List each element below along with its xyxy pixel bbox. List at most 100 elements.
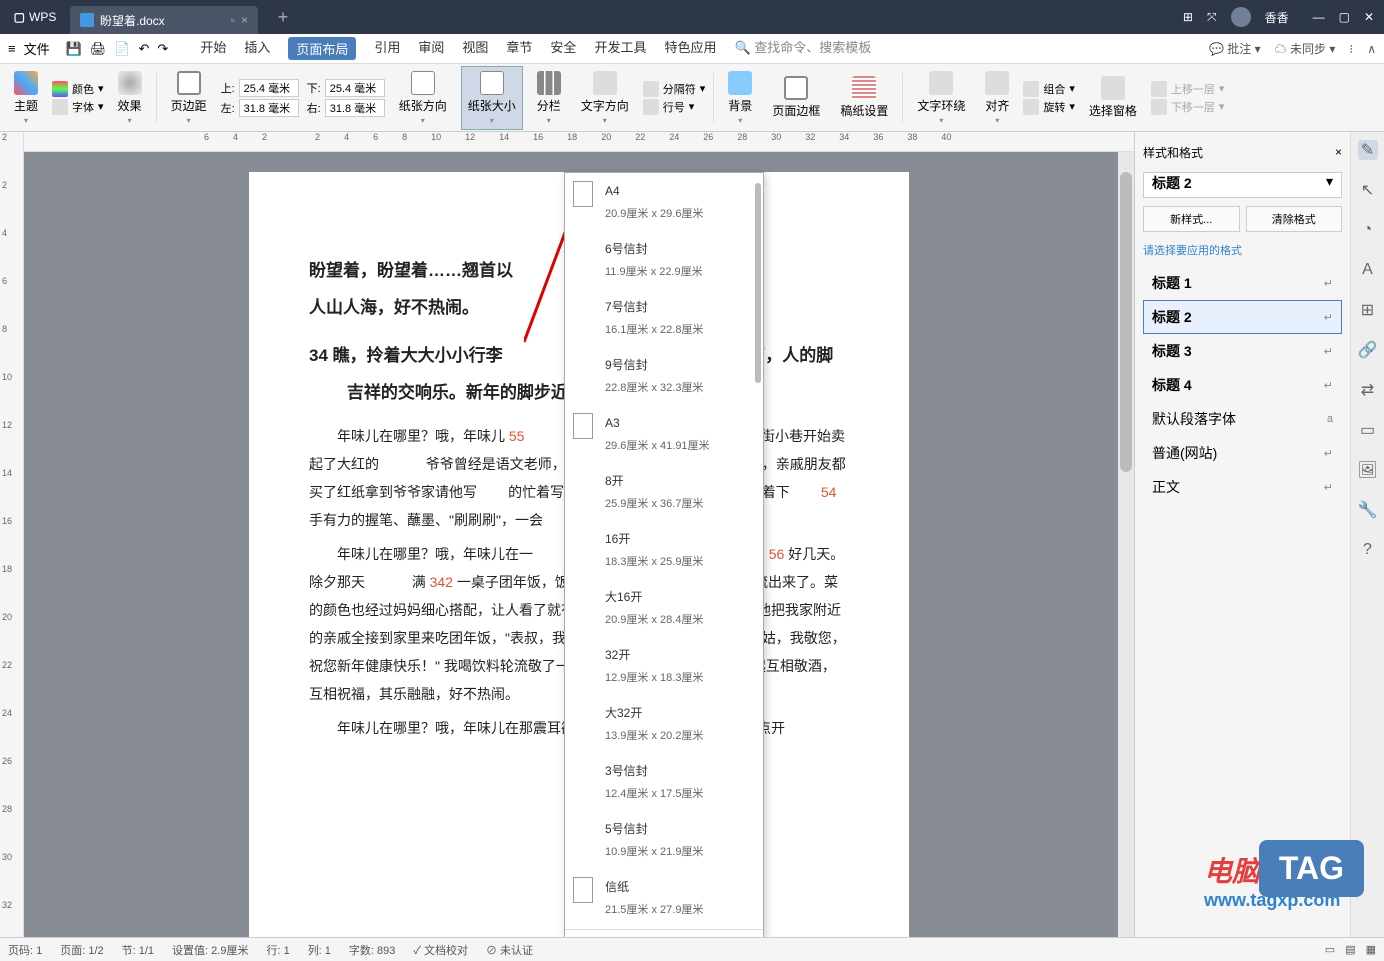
- hamburger-icon[interactable]: ≡: [8, 41, 16, 56]
- shape-icon[interactable]: ◔: [1358, 220, 1378, 240]
- status-pages[interactable]: 页面: 1/2: [60, 942, 103, 958]
- wrap-button[interactable]: 文字环绕▾: [911, 67, 971, 129]
- new-style-button[interactable]: 新样式...: [1143, 206, 1240, 232]
- margin-left-input[interactable]: [239, 99, 299, 117]
- panel-close-icon[interactable]: ×: [1335, 145, 1342, 159]
- style-item[interactable]: 标题 1↵: [1143, 266, 1342, 300]
- more-paper-sizes[interactable]: 其它页面大小(A)...: [565, 932, 763, 937]
- new-tab-button[interactable]: +: [268, 7, 298, 28]
- tab-menu-icon[interactable]: ▫: [231, 13, 235, 27]
- save-icon[interactable]: 💾: [66, 41, 82, 57]
- status-words[interactable]: 字数: 893: [349, 942, 395, 958]
- grid-icon[interactable]: ⊞: [1183, 10, 1193, 24]
- font-button[interactable]: 字体▾: [52, 99, 104, 115]
- minimize-icon[interactable]: —: [1313, 10, 1325, 24]
- tab-review[interactable]: 审阅: [418, 37, 444, 60]
- image-icon[interactable]: 🖼: [1358, 460, 1378, 480]
- document-tab[interactable]: 盼望着.docx ▫ ×: [70, 6, 258, 34]
- style-item[interactable]: 标题 2↵: [1143, 300, 1342, 334]
- pointer-icon[interactable]: ↖: [1358, 180, 1378, 200]
- paper-size-option[interactable]: 大16开20.9厘米 x 28.4厘米: [565, 579, 763, 637]
- rotate-button[interactable]: 旋转▾: [1023, 99, 1075, 115]
- background-button[interactable]: 背景▾: [722, 67, 758, 129]
- margin-right-input[interactable]: [325, 99, 385, 117]
- style-item[interactable]: 普通(网站)↵: [1143, 436, 1342, 470]
- redo-icon[interactable]: ↷: [157, 41, 168, 57]
- paper-size-option[interactable]: 5号信封10.9厘米 x 21.9厘米: [565, 811, 763, 869]
- style-item[interactable]: 正文↵: [1143, 470, 1342, 504]
- clear-format-button[interactable]: 清除格式: [1246, 206, 1343, 232]
- paper-size-button[interactable]: 纸张大小▾: [461, 66, 523, 130]
- style-item[interactable]: 标题 4↵: [1143, 368, 1342, 402]
- view-mode-icon[interactable]: ▭: [1325, 943, 1335, 956]
- color-button[interactable]: 颜色▾: [52, 81, 104, 97]
- undo-icon[interactable]: ↶: [139, 41, 150, 57]
- current-style-select[interactable]: 标题 2▾: [1143, 172, 1342, 198]
- paper-size-option[interactable]: 大32开13.9厘米 x 20.2厘米: [565, 695, 763, 753]
- vertical-scrollbar[interactable]: [1118, 152, 1134, 937]
- tab-references[interactable]: 引用: [374, 37, 400, 60]
- paper-size-option[interactable]: 6号信封11.9厘米 x 22.9厘米: [565, 231, 763, 289]
- manuscript-button[interactable]: 稿纸设置: [834, 72, 894, 123]
- tab-page-layout[interactable]: 页面布局: [288, 37, 356, 60]
- link-icon[interactable]: 🔗: [1358, 340, 1378, 360]
- paper-size-option[interactable]: A329.6厘米 x 41.91厘米: [565, 405, 763, 463]
- paper-size-option[interactable]: 信纸21.5厘米 x 27.9厘米: [565, 869, 763, 927]
- tab-security[interactable]: 安全: [550, 37, 576, 60]
- paper-size-option[interactable]: 9号信封22.8厘米 x 32.3厘米: [565, 347, 763, 405]
- preview-icon[interactable]: 📄: [114, 41, 130, 57]
- status-proof[interactable]: ✓ 文档校对: [413, 942, 468, 958]
- paper-size-option[interactable]: 16开18.3厘米 x 25.9厘米: [565, 521, 763, 579]
- command-search[interactable]: 🔍 查找命令、搜索模板: [734, 37, 871, 60]
- view-mode-icon-3[interactable]: ▦: [1366, 943, 1376, 956]
- tab-section[interactable]: 章节: [506, 37, 532, 60]
- align-button[interactable]: 对齐▾: [979, 67, 1015, 129]
- print-icon[interactable]: 🖨: [90, 41, 107, 57]
- effect-button[interactable]: 效果▾: [112, 67, 148, 129]
- document-viewport[interactable]: 盼望着，盼望着……翘首以____________马龙，人山人海，好不热闹。 34…: [24, 152, 1134, 937]
- more-icon[interactable]: ⁝: [1349, 42, 1353, 56]
- pencil-icon[interactable]: ✎: [1358, 140, 1378, 160]
- margin-top-input[interactable]: [239, 79, 299, 97]
- comments-button[interactable]: 💬 批注 ▾: [1209, 40, 1261, 57]
- file-menu[interactable]: 文件: [24, 39, 50, 58]
- tab-dev[interactable]: 开发工具: [594, 37, 646, 60]
- close-icon[interactable]: ✕: [1364, 10, 1374, 24]
- tool-icon[interactable]: 🔧: [1358, 500, 1378, 520]
- paper-size-option[interactable]: A420.9厘米 x 29.6厘米: [565, 173, 763, 231]
- tab-start[interactable]: 开始: [200, 37, 226, 60]
- status-page-num[interactable]: 页码: 1: [8, 942, 42, 958]
- user-avatar[interactable]: [1231, 7, 1251, 27]
- text-direction-button[interactable]: 文字方向▾: [575, 67, 635, 129]
- tab-features[interactable]: 特色应用: [664, 37, 716, 60]
- paper-size-option[interactable]: 8开25.9厘米 x 36.7厘米: [565, 463, 763, 521]
- transfer-icon[interactable]: ⇄: [1358, 380, 1378, 400]
- style-item[interactable]: 默认段落字体a: [1143, 402, 1342, 436]
- layout-icon[interactable]: ▭: [1358, 420, 1378, 440]
- columns-button[interactable]: 分栏▾: [531, 67, 567, 129]
- page-border-button[interactable]: 页面边框: [766, 72, 826, 123]
- tab-close-icon[interactable]: ×: [241, 13, 248, 27]
- status-auth[interactable]: ⊘ 未认证: [486, 942, 533, 958]
- sync-button[interactable]: ☁ 未同步 ▾: [1275, 40, 1336, 57]
- margin-button[interactable]: 页边距▾: [165, 67, 213, 129]
- pin-icon[interactable]: ⤧: [1207, 10, 1217, 25]
- collapse-ribbon-icon[interactable]: ∧: [1367, 42, 1376, 56]
- tab-view[interactable]: 视图: [462, 37, 488, 60]
- theme-button[interactable]: 主题▾: [8, 67, 44, 129]
- paper-size-option[interactable]: 32开12.9厘米 x 18.3厘米: [565, 637, 763, 695]
- paper-size-option[interactable]: 3号信封12.4厘米 x 17.5厘米: [565, 753, 763, 811]
- text-icon[interactable]: A: [1358, 260, 1378, 280]
- separator-button[interactable]: 分隔符▾: [643, 81, 706, 97]
- margin-bottom-input[interactable]: [325, 79, 385, 97]
- maximize-icon[interactable]: ▢: [1339, 10, 1350, 24]
- line-number-button[interactable]: 行号▾: [643, 99, 706, 115]
- help-icon[interactable]: ?: [1358, 540, 1378, 560]
- tab-insert[interactable]: 插入: [244, 37, 270, 60]
- table-icon[interactable]: ⊞: [1358, 300, 1378, 320]
- paper-size-option[interactable]: 7号信封16.1厘米 x 22.8厘米: [565, 289, 763, 347]
- orientation-button[interactable]: 纸张方向▾: [393, 67, 453, 129]
- group-button[interactable]: 组合▾: [1023, 81, 1075, 97]
- style-item[interactable]: 标题 3↵: [1143, 334, 1342, 368]
- view-mode-icon-2[interactable]: ▤: [1345, 943, 1355, 956]
